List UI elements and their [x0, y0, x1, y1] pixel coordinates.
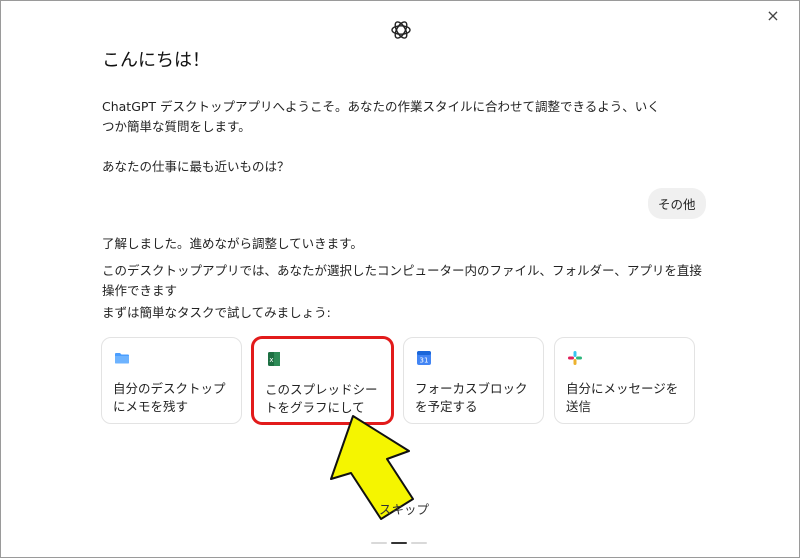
- task-prompt-text: まずは簡単なタスクで試してみましょう:: [102, 305, 331, 320]
- spreadsheet-icon: x: [268, 352, 280, 366]
- calendar-icon: 31: [417, 351, 431, 365]
- slack-icon: [568, 351, 582, 365]
- close-button[interactable]: ×: [764, 7, 782, 25]
- page-dot: [411, 542, 427, 544]
- calendar-day: 31: [420, 357, 429, 365]
- intro-text: ChatGPT デスクトップアプリへようこそ。あなたの作業スタイルに合わせて調整…: [102, 99, 660, 134]
- explain-text: このデスクトップアプリでは、あなたが選択したコンピューター内のファイル、フォルダ…: [102, 263, 702, 298]
- task-card-desktop-memo[interactable]: 自分のデスクトップにメモを残す: [101, 337, 242, 424]
- close-icon: ×: [766, 6, 780, 25]
- skip-button[interactable]: スキップ: [379, 499, 429, 518]
- task-card-label: 自分のデスクトップにメモを残す: [113, 381, 226, 414]
- task-card-send-message[interactable]: 自分にメッセージを送信: [554, 337, 695, 424]
- chatgpt-logo-icon: [391, 21, 411, 39]
- app-window: × こんにちは！ ChatGPT デスクトップアプリへようこそ。あなたの作業スタ…: [0, 0, 800, 558]
- folder-icon: [115, 353, 129, 364]
- user-reply-bubble: その他: [648, 188, 706, 219]
- pagination-dots: [371, 542, 427, 544]
- page-dot: [371, 542, 387, 544]
- svg-text:x: x: [269, 356, 273, 364]
- ack-text: 了解しました。進めながら調整していきます。: [102, 236, 363, 251]
- question-text: あなたの仕事に最も近いものは？: [102, 159, 290, 174]
- page-dot-active: [391, 542, 407, 544]
- greeting-heading: こんにちは！: [102, 50, 210, 71]
- task-card-label: 自分にメッセージを送信: [566, 381, 679, 414]
